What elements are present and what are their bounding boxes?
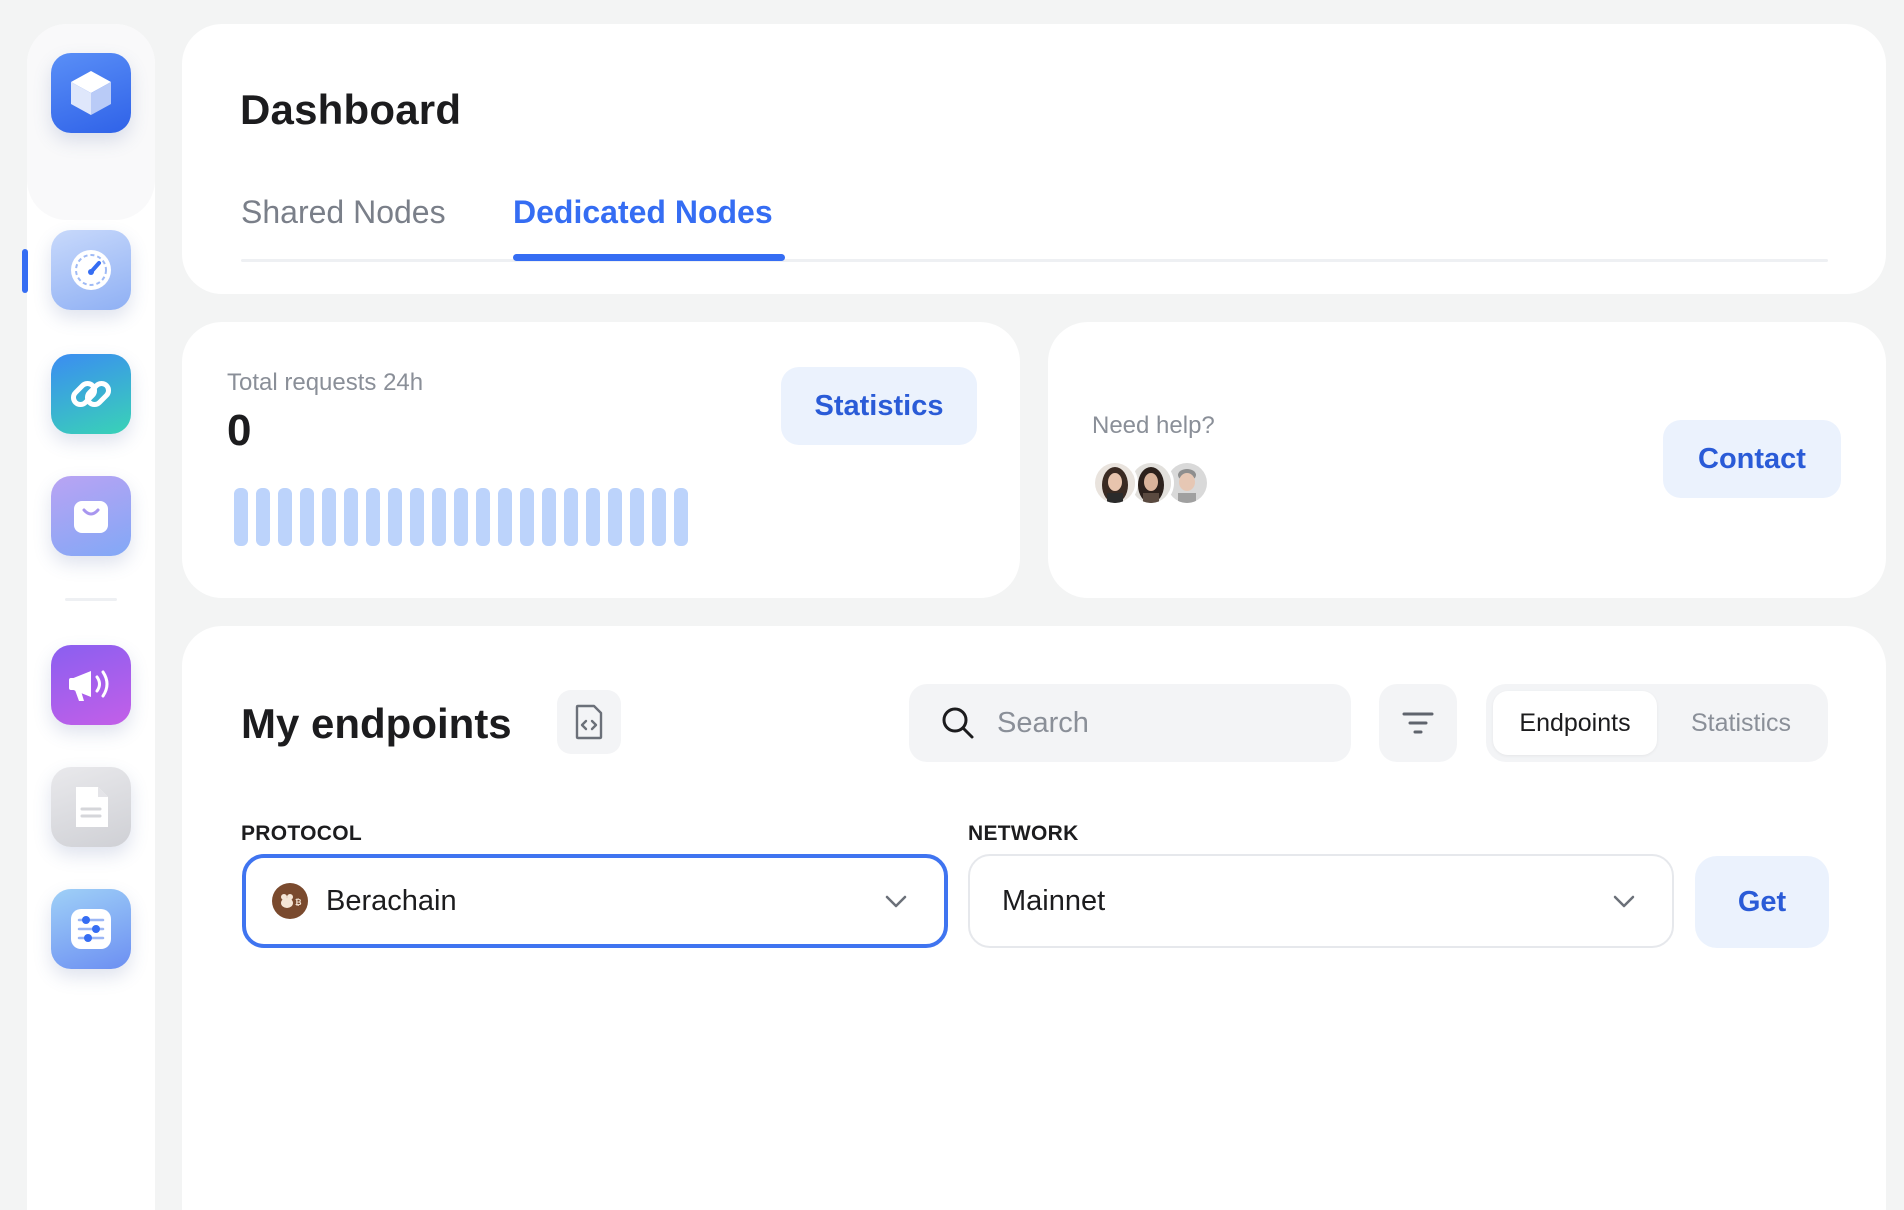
- help-card: Need help? Contact: [1048, 322, 1886, 598]
- request-bar: [432, 488, 446, 546]
- request-bar: [564, 488, 578, 546]
- sidebar-item-dashboard[interactable]: [51, 230, 131, 310]
- chevron-down-icon: [885, 895, 907, 908]
- page-title: Dashboard: [240, 86, 462, 133]
- sidebar-item-endpoints[interactable]: [51, 354, 131, 434]
- filter-button[interactable]: [1379, 684, 1457, 762]
- request-bar: [454, 488, 468, 546]
- link-icon: [70, 380, 112, 408]
- tabs-divider: [241, 259, 1828, 262]
- active-tab-underline: [513, 254, 785, 261]
- sidebar-item-marketplace[interactable]: [51, 476, 131, 556]
- search-icon: [942, 707, 974, 739]
- request-bar: [366, 488, 380, 546]
- speedometer-icon: [71, 250, 111, 290]
- support-avatars: [1092, 460, 1222, 506]
- active-nav-indicator: [22, 249, 28, 293]
- request-bar: [256, 488, 270, 546]
- api-docs-button[interactable]: [557, 690, 621, 754]
- endpoints-title: My endpoints: [241, 700, 512, 747]
- sidebar-item-docs[interactable]: [51, 767, 131, 847]
- need-help-label: Need help?: [1092, 412, 1215, 439]
- megaphone-icon: [69, 670, 109, 701]
- request-bar: [344, 488, 358, 546]
- request-bar: [498, 488, 512, 546]
- request-bar: [652, 488, 666, 546]
- filter-icon: [1402, 712, 1434, 734]
- requests-bar-chart: [234, 488, 688, 546]
- requests-card: Total requests 24h 0 Statistics: [182, 322, 1020, 598]
- request-bar: [586, 488, 600, 546]
- avatar: [1092, 460, 1138, 506]
- contact-button[interactable]: Contact: [1663, 420, 1841, 498]
- endpoints-card: My endpoints Endpoints Statistics PROTOC…: [182, 626, 1886, 1210]
- sidebar-divider: [65, 598, 117, 601]
- request-bar: [542, 488, 556, 546]
- view-toggle: Endpoints Statistics: [1486, 684, 1828, 762]
- toggle-statistics[interactable]: Statistics: [1661, 691, 1821, 755]
- code-file-icon: [575, 704, 603, 740]
- search-input[interactable]: [997, 706, 1327, 740]
- network-value: Mainnet: [1002, 884, 1106, 917]
- protocol-label: PROTOCOL: [241, 822, 363, 845]
- app-logo[interactable]: [51, 53, 131, 133]
- svg-text:₿: ₿: [295, 898, 302, 907]
- document-icon: [76, 787, 108, 827]
- toggle-endpoints[interactable]: Endpoints: [1493, 691, 1657, 755]
- total-requests-label: Total requests 24h: [227, 369, 424, 396]
- request-bar: [476, 488, 490, 546]
- sidebar-item-announcements[interactable]: [51, 645, 131, 725]
- request-bar: [520, 488, 534, 546]
- network-select[interactable]: Mainnet: [968, 854, 1674, 948]
- sidebar: [22, 24, 155, 1210]
- search-field: [909, 684, 1351, 762]
- header-card: Dashboard Shared Nodes Dedicated Nodes: [182, 24, 1886, 294]
- bag-icon: [74, 501, 108, 533]
- sidebar-item-settings[interactable]: [51, 889, 131, 969]
- request-bar: [300, 488, 314, 546]
- berachain-logo-icon: ₿: [272, 883, 308, 919]
- sliders-icon: [71, 909, 111, 949]
- tab-shared-nodes[interactable]: Shared Nodes: [241, 194, 446, 231]
- total-requests-value: 0: [227, 406, 252, 455]
- request-bar: [388, 488, 402, 546]
- network-label: NETWORK: [968, 822, 1079, 845]
- tab-dedicated-nodes[interactable]: Dedicated Nodes: [513, 194, 773, 231]
- chevron-down-icon: [1613, 895, 1635, 908]
- request-bar: [322, 488, 336, 546]
- get-endpoint-button[interactable]: Get: [1695, 856, 1829, 948]
- request-bar: [608, 488, 622, 546]
- statistics-button[interactable]: Statistics: [781, 367, 977, 445]
- cube-logo-icon: [71, 71, 111, 115]
- request-bar: [278, 488, 292, 546]
- request-bar: [674, 488, 688, 546]
- protocol-value: Berachain: [326, 884, 457, 917]
- request-bar: [410, 488, 424, 546]
- request-bar: [234, 488, 248, 546]
- protocol-select[interactable]: ₿ Berachain: [242, 854, 948, 948]
- request-bar: [630, 488, 644, 546]
